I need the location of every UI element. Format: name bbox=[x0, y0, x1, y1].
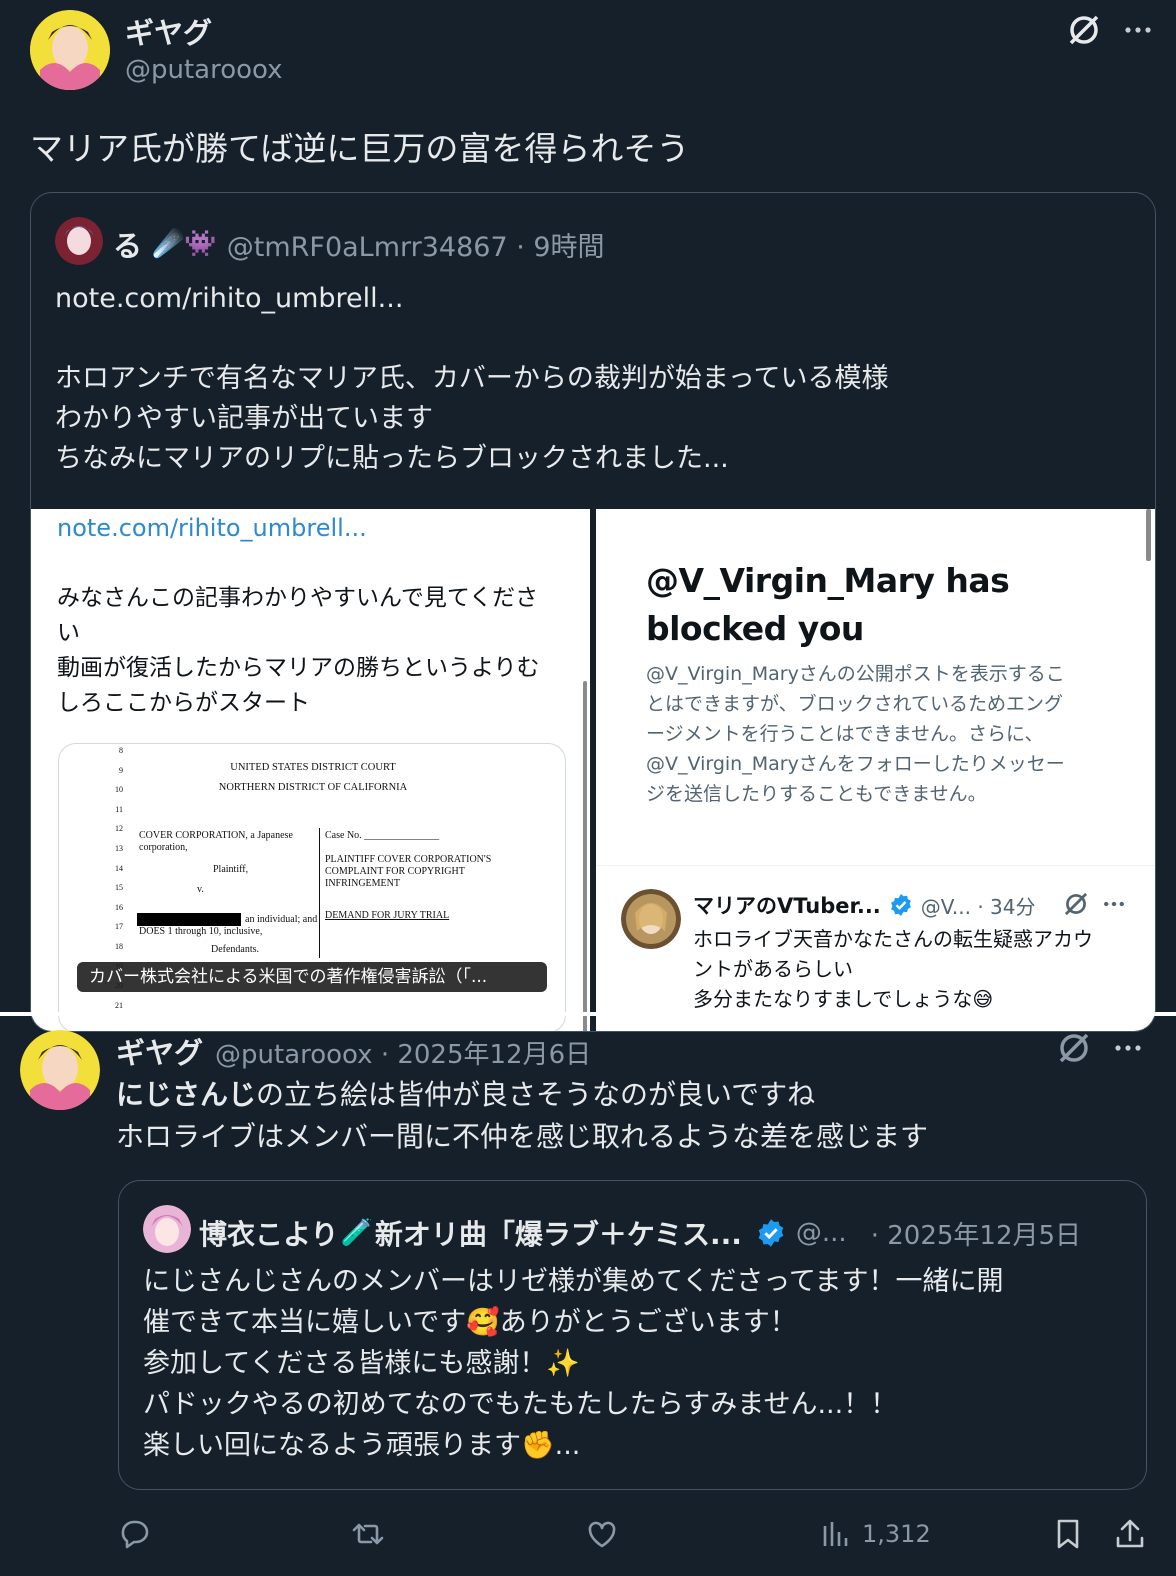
blocked-body-line: @V_Virgin_Maryさんをフォローしたりメッセー bbox=[646, 753, 1065, 775]
quote-text-line: にじさんじさんのメンバーはリゼ様が集めてくださってます！一緒に開 bbox=[143, 1266, 1004, 1297]
hashtag-bold[interactable]: にじさんじ bbox=[116, 1078, 256, 1111]
image-text-line: しろここからがスタート bbox=[57, 690, 310, 716]
more-icon[interactable] bbox=[1120, 12, 1156, 48]
quote-author-name[interactable]: る bbox=[113, 223, 142, 265]
grok-icon[interactable] bbox=[1056, 1030, 1092, 1066]
quote-image-right[interactable]: @V_Virgin_Mary has blocked you @V_Virgin… bbox=[596, 509, 1155, 1031]
avatar-art-icon bbox=[20, 1030, 100, 1110]
like-icon[interactable] bbox=[584, 1516, 620, 1552]
avatar-art-icon bbox=[30, 10, 110, 90]
blocked-body-line: ージメントを行うことはできません。さらに、 bbox=[646, 723, 1044, 745]
mini-post-name: マリアのVTuber... bbox=[693, 894, 881, 918]
quote-image-left[interactable]: note.com/rihito_umbrell... みなさんこの記事わかりやす… bbox=[31, 509, 590, 1031]
post-1[interactable]: ギヤグ @putarooox マリア氏が勝てば逆に巨万の富を得られそう る ☄️… bbox=[0, 0, 1176, 1032]
blocked-body-line: ジを送信したりすることもできません。 bbox=[646, 783, 987, 805]
separator-line bbox=[319, 828, 320, 958]
post-text: マリア氏が勝てば逆に巨万の富を得られそう bbox=[30, 129, 690, 168]
defendant-text: an individual; and DOES 1 through 10, in… bbox=[139, 914, 318, 937]
scrollbar[interactable] bbox=[1146, 509, 1151, 561]
quote-card[interactable]: 博衣こより 🧪 新オリ曲「爆ラブ＋ケミス... @... · 2025年12月5… bbox=[118, 1180, 1147, 1490]
more-icon[interactable] bbox=[1110, 1030, 1146, 1066]
image-text-line: 動画が復活したからマリアの勝ちというよりむ bbox=[57, 655, 540, 681]
avatar[interactable] bbox=[20, 1030, 100, 1110]
quote-handle[interactable]: @... bbox=[796, 1218, 847, 1248]
quote-text-line: 催できて本当に嬉しいです🥰ありがとうございます！ bbox=[143, 1307, 797, 1338]
reply-icon[interactable] bbox=[117, 1516, 153, 1552]
mini-post-line: 多分またなりすましでしょうな😅 bbox=[693, 987, 994, 1011]
image-text-line: みなさんこの記事わかりやすいんで見てくださ bbox=[57, 585, 539, 611]
quote-text-line: 参加してくださる皆様にも感謝！✨ bbox=[143, 1348, 580, 1379]
quote-date[interactable]: · 2025年12月5日 bbox=[871, 1215, 1081, 1252]
mini-post-line: ントがあるらしい bbox=[693, 957, 853, 981]
defendants-label: Defendants. bbox=[211, 944, 260, 955]
quote-text-line: ちなみにマリアのリプに貼ったらブロックされました... bbox=[55, 443, 729, 474]
mini-post-line: ホロライブ天音かなたさんの転生疑惑アカウ bbox=[693, 927, 1093, 951]
case-number: Case No. _______________ bbox=[325, 830, 440, 841]
more-icon bbox=[1100, 890, 1128, 918]
complaint-title: PLAINTIFF COVER CORPORATION'S COMPLAINT … bbox=[325, 854, 492, 889]
post-2[interactable]: ギヤグ @putarooox · 2025年12月6日 にじさんじの立ち絵は皆仲… bbox=[0, 1016, 1176, 1576]
jury-demand: DEMAND FOR JURY TRIAL bbox=[325, 910, 450, 921]
post-text-line: の立ち絵は皆仲が良さそうなのが良いですね bbox=[256, 1078, 816, 1111]
scrollbar[interactable] bbox=[583, 681, 587, 1031]
share-icon[interactable] bbox=[1112, 1516, 1148, 1552]
quote-card[interactable]: る ☄️👾 @tmRF0aLmrr34867 · 9時間 note.com/ri… bbox=[30, 192, 1156, 1032]
verified-icon bbox=[756, 1218, 786, 1248]
verified-icon bbox=[889, 893, 913, 917]
blocked-heading: @V_Virgin_Mary has blocked you bbox=[646, 561, 1010, 648]
quote-avatar[interactable] bbox=[143, 1205, 191, 1253]
plaintiff-label: Plaintiff, bbox=[213, 864, 249, 875]
quote-text-line: わかりやすい記事が出ています bbox=[55, 403, 433, 434]
blocked-body-line: とはできますが、ブロックされているためエング bbox=[646, 693, 1064, 715]
retweet-icon[interactable] bbox=[350, 1516, 386, 1552]
grok-icon[interactable] bbox=[1066, 12, 1102, 48]
image-text-line: い bbox=[57, 620, 80, 646]
quote-author-name[interactable]: 博衣こより bbox=[199, 1213, 338, 1253]
party-name: COVER CORPORATION, a Japanese corporatio… bbox=[139, 830, 293, 853]
court-district: NORTHERN DISTRICT OF CALIFORNIA bbox=[218, 782, 408, 793]
quote-text: にじさんじさんのメンバーはリゼ様が集めてくださってます！一緒に開 催できて本当に… bbox=[143, 1261, 1004, 1466]
avatar[interactable] bbox=[30, 10, 110, 90]
quote-text: note.com/rihito_umbrell... ホロアンチで有名なマリア氏… bbox=[55, 279, 889, 479]
image-caption: カバー株式会社による米国での著作権侵害訴訟（「... bbox=[77, 962, 547, 992]
document-preview: 8 9 10 11 12 13 14 15 16 17 18 19 20 21 … bbox=[58, 743, 566, 1031]
quote-author-emoji: ☄️👾 bbox=[152, 229, 217, 259]
display-name[interactable]: ギヤグ bbox=[125, 10, 212, 52]
image-link: note.com/rihito_umbrell... bbox=[57, 514, 367, 542]
mini-post-meta: @V... · 34分 bbox=[920, 894, 1036, 919]
views-count[interactable]: 1,312 bbox=[862, 1520, 931, 1548]
quote-author-emoji: 🧪 bbox=[340, 1218, 373, 1248]
quote-text-line: パドックやるの初めてなのでもたもたしたらすみません...！！ bbox=[143, 1389, 898, 1420]
quote-text-line: ホロアンチで有名なマリア氏、カバーからの裁判が始まっている模様 bbox=[55, 363, 889, 394]
handle-time[interactable]: @putarooox · 2025年12月6日 bbox=[215, 1034, 591, 1071]
quote-avatar[interactable] bbox=[55, 217, 103, 265]
court-name: UNITED STATES DISTRICT COURT bbox=[230, 762, 396, 773]
post-text: にじさんじの立ち絵は皆仲が良さそうなのが良いですね ホロライブはメンバー間に不仲… bbox=[116, 1074, 928, 1158]
quote-link[interactable]: note.com/rihito_umbrell... bbox=[55, 279, 889, 319]
grok-icon bbox=[1062, 890, 1090, 918]
bookmark-icon[interactable] bbox=[1050, 1516, 1086, 1552]
post-text-line: ホロライブはメンバー間に不仲を感じ取れるような差を感じます bbox=[116, 1120, 929, 1153]
quote-handle-time[interactable]: @tmRF0aLmrr34867 · 9時間 bbox=[227, 225, 605, 264]
versus-label: v. bbox=[197, 884, 204, 895]
quote-text-line: 楽しい回になるよう頑張ります✊... bbox=[143, 1430, 581, 1461]
blocked-body-line: @V_Virgin_Maryさんの公開ポストを表示するこ bbox=[646, 663, 1065, 685]
quote-text-line bbox=[55, 319, 889, 359]
display-name[interactable]: ギヤグ bbox=[116, 1030, 203, 1072]
divider bbox=[596, 865, 1155, 866]
mini-post-avatar bbox=[621, 889, 681, 949]
views-icon[interactable] bbox=[818, 1516, 854, 1552]
handle[interactable]: @putarooox bbox=[125, 55, 283, 85]
quote-author-name-rest[interactable]: 新オリ曲「爆ラブ＋ケミス... bbox=[375, 1213, 742, 1253]
